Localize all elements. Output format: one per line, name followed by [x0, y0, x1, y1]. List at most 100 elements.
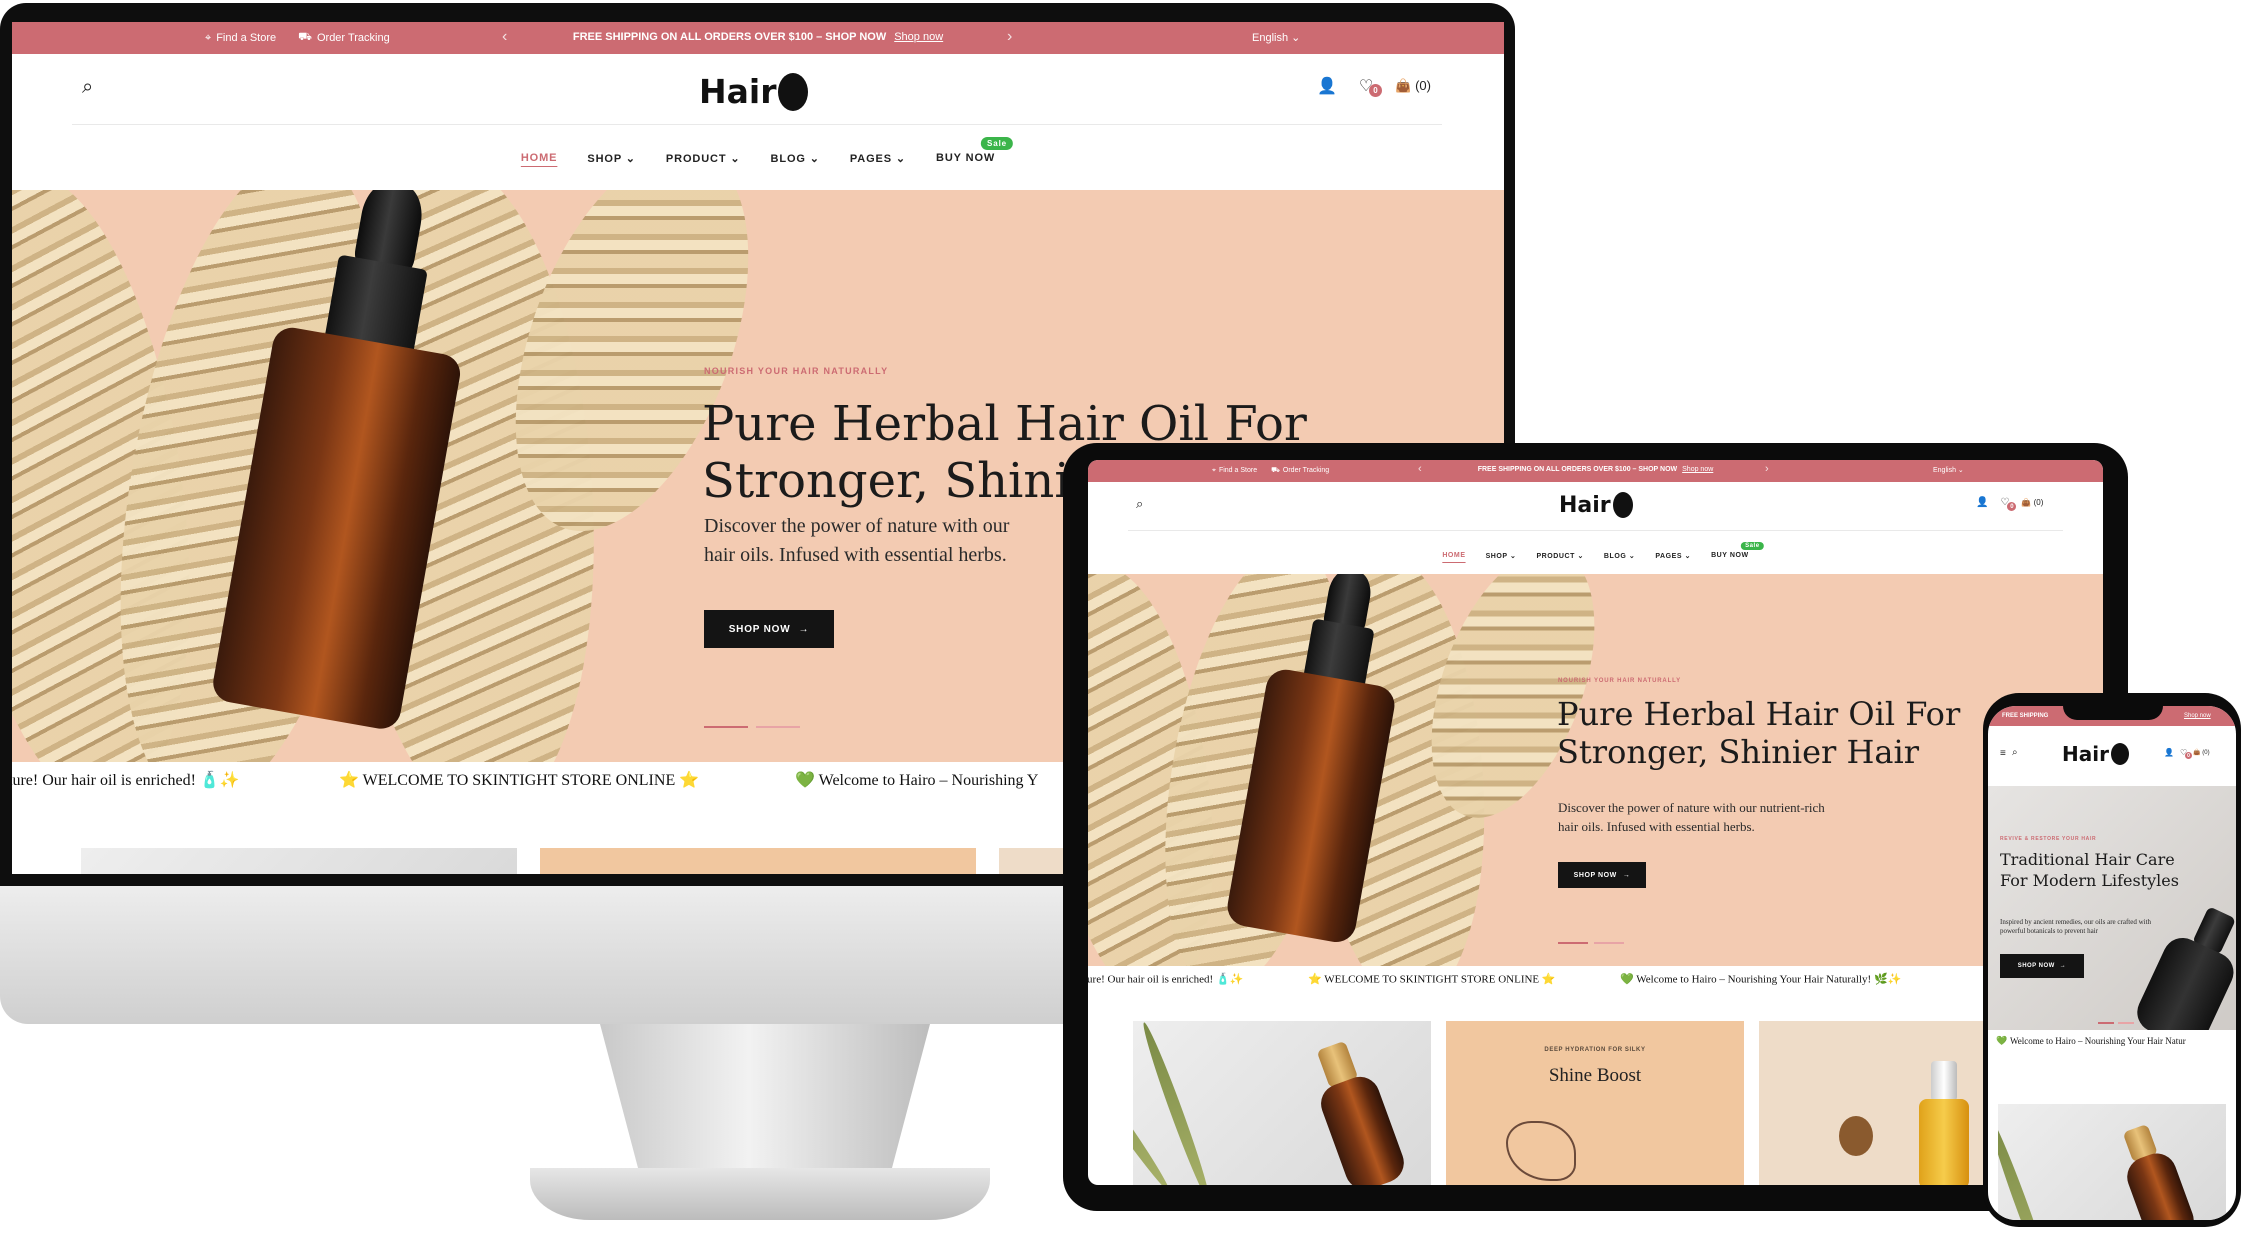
site-logo[interactable]: Hair	[1559, 492, 1633, 518]
header-divider	[72, 124, 1442, 125]
header-actions: 👤 ♡ 0 👜 (0)	[2164, 748, 2210, 759]
phone-screen: FREE SHIPPING Shop now ≡ ⌕ Hair 👤 ♡ 0 👜 (…	[1988, 706, 2236, 1220]
site-logo[interactable]: Hair	[2062, 742, 2129, 766]
truck-icon: ⛟	[298, 31, 312, 43]
nav-buy-now[interactable]: BUY NOW Sale	[936, 137, 1014, 165]
sale-badge: Sale	[1741, 542, 1764, 550]
hero-description: Inspired by ancient remedies, our oils a…	[2000, 918, 2152, 936]
slider-dots	[1558, 942, 1624, 944]
cart-button[interactable]: 👜 (0)	[2021, 498, 2043, 507]
logo-mark-icon	[778, 72, 809, 111]
search-icon[interactable]: ⌕	[2012, 747, 2018, 758]
truck-icon: ⛟	[1271, 467, 1280, 474]
slide-dot[interactable]	[704, 726, 748, 728]
hero-description: Discover the power of nature with our ha…	[704, 515, 1010, 566]
header-actions: 👤 ♡ 0 👜 (0)	[1317, 76, 1431, 97]
nav-blog[interactable]: BLOG ⌄	[1604, 552, 1635, 560]
account-icon[interactable]: 👤	[1317, 76, 1337, 96]
gua-sha-image	[1506, 1121, 1576, 1181]
hero-shop-now-button[interactable]: SHOP NOW →	[704, 610, 834, 648]
slider-dots	[2098, 1022, 2134, 1024]
wishlist-count-badge: 0	[2007, 502, 2017, 511]
logo-mark-icon	[2110, 743, 2129, 765]
marquee-ticker: 💚 Welcome to Hairo – Nourishing Your Hai…	[1988, 1030, 2236, 1052]
find-store-link[interactable]: ⌖ Find a Store	[205, 32, 276, 45]
nav-pages[interactable]: PAGES ⌄	[850, 152, 906, 165]
wishlist-count-badge: 0	[2184, 752, 2192, 759]
nav-home[interactable]: HOME	[1442, 552, 1465, 560]
hero-title: Pure Herbal Hair Oil For Stronger, Shini…	[1557, 695, 1961, 771]
nav-shop[interactable]: SHOP ⌄	[587, 152, 636, 165]
cart-button[interactable]: 👜 (0)	[1395, 78, 1431, 94]
nav-pages[interactable]: PAGES ⌄	[1655, 552, 1691, 560]
wishlist-icon[interactable]: ♡ 0	[2000, 497, 2017, 511]
nav-shop[interactable]: SHOP ⌄	[1486, 552, 1517, 560]
nav-blog[interactable]: BLOG ⌄	[771, 152, 820, 165]
nav-product[interactable]: PRODUCT ⌄	[666, 152, 741, 165]
slide-dot[interactable]	[1558, 942, 1588, 944]
hero-eyebrow: REVIVE & RESTORE YOUR HAIR	[2000, 836, 2097, 842]
monitor-stand-neck	[600, 1024, 930, 1174]
account-icon[interactable]: 👤	[1976, 497, 1988, 508]
bag-icon: 👜	[2021, 498, 2032, 507]
language-selector[interactable]: English ⌄	[1252, 31, 1300, 44]
hero-shop-now-button[interactable]: SHOP NOW →	[2000, 954, 2084, 978]
marquee-ticker: ture! Our hair oil is enriched! 🧴✨ ⭐ WEL…	[1088, 966, 2103, 992]
hero-shop-now-button[interactable]: SHOP NOW →	[1558, 862, 1646, 888]
category-card[interactable]	[540, 848, 976, 874]
main-nav: HOME SHOP ⌄ PRODUCT ⌄ BLOG ⌄ PAGES ⌄ BUY…	[521, 137, 1014, 165]
announcement-bar: ⌖ Find a Store ⛟ Order Tracking ‹ FREE SHI…	[1088, 460, 2103, 482]
hero-description: Discover the power of nature with our nu…	[1558, 800, 1825, 834]
language-selector[interactable]: English ⌄	[1933, 466, 1964, 474]
search-icon[interactable]: ⌕	[82, 76, 93, 99]
chevron-left-icon[interactable]: ‹	[1418, 463, 1422, 475]
shop-now-link[interactable]: Shop now	[1682, 466, 1713, 473]
slide-dot[interactable]	[756, 726, 800, 728]
slide-dot[interactable]	[1594, 942, 1624, 944]
nav-buy-now[interactable]: BUY NOW Sale	[1711, 542, 1764, 560]
chevron-right-icon[interactable]: ›	[1007, 28, 1012, 46]
cart-button[interactable]: 👜 (0)	[2193, 749, 2210, 756]
slide-dot[interactable]	[2098, 1022, 2114, 1024]
order-tracking-link[interactable]: ⛟ Order Tracking	[1271, 466, 1329, 475]
bag-icon: 👜	[2193, 750, 2201, 756]
nav-product[interactable]: PRODUCT ⌄	[1536, 552, 1583, 560]
arrow-right-icon: →	[798, 623, 810, 635]
search-icon[interactable]: ⌕	[1136, 496, 1143, 512]
hero-banner: REVIVE & RESTORE YOUR HAIR Traditional H…	[1988, 786, 2236, 1030]
category-card[interactable]	[81, 848, 517, 874]
arrow-right-icon: →	[1622, 871, 1631, 879]
serum-bottle-image	[1919, 1061, 1969, 1185]
location-pin-icon: ⌖	[205, 31, 212, 44]
wishlist-count-badge: 0	[1368, 84, 1382, 97]
main-nav: HOME SHOP ⌄ PRODUCT ⌄ BLOG ⌄ PAGES ⌄ BUY…	[1442, 542, 1764, 560]
slide-dot[interactable]	[2118, 1022, 2134, 1024]
category-card[interactable]: DEEP HYDRATION FOR SILKY Shine Boost	[1446, 1021, 1744, 1185]
account-icon[interactable]: 👤	[2164, 748, 2174, 757]
shop-now-link[interactable]: Shop now	[2184, 713, 2211, 719]
sale-badge: Sale	[981, 137, 1014, 150]
site-logo[interactable]: Hair	[699, 72, 809, 111]
shop-now-link[interactable]: Shop now	[894, 31, 943, 43]
heart-icon: 💚	[1996, 1035, 2008, 1046]
category-card[interactable]	[1998, 1104, 2226, 1220]
tablet-screen: ⌖ Find a Store ⛟ Order Tracking ‹ FREE SHI…	[1088, 460, 2103, 1185]
location-pin-icon: ⌖	[1212, 466, 1216, 474]
nav-home[interactable]: HOME	[521, 152, 558, 165]
arrow-right-icon: →	[2059, 963, 2067, 969]
find-store-link[interactable]: ⌖ Find a Store	[1212, 467, 1257, 475]
hero-banner: NOURISH YOUR HAIR NATURALLY Pure Herbal …	[1088, 574, 2103, 966]
wishlist-icon[interactable]: ♡ 0	[1359, 76, 1382, 97]
wishlist-icon[interactable]: ♡ 0	[2180, 748, 2192, 759]
site-header: ≡ ⌕ Hair 👤 ♡ 0 👜 (0)	[1988, 726, 2236, 786]
logo-mark-icon	[1612, 492, 1633, 518]
slider-dots	[704, 726, 800, 728]
menu-icon[interactable]: ≡	[2000, 748, 2006, 759]
bag-icon: 👜	[1395, 78, 1412, 93]
chevron-left-icon[interactable]: ‹	[502, 28, 507, 46]
hero-title: Traditional Hair Care For Modern Lifesty…	[2000, 850, 2179, 890]
chevron-right-icon[interactable]: ›	[1765, 463, 1769, 475]
hero-eyebrow: NOURISH YOUR HAIR NATURALLY	[704, 366, 889, 376]
category-card[interactable]	[1133, 1021, 1431, 1185]
order-tracking-link[interactable]: ⛟ Order Tracking	[298, 31, 390, 45]
